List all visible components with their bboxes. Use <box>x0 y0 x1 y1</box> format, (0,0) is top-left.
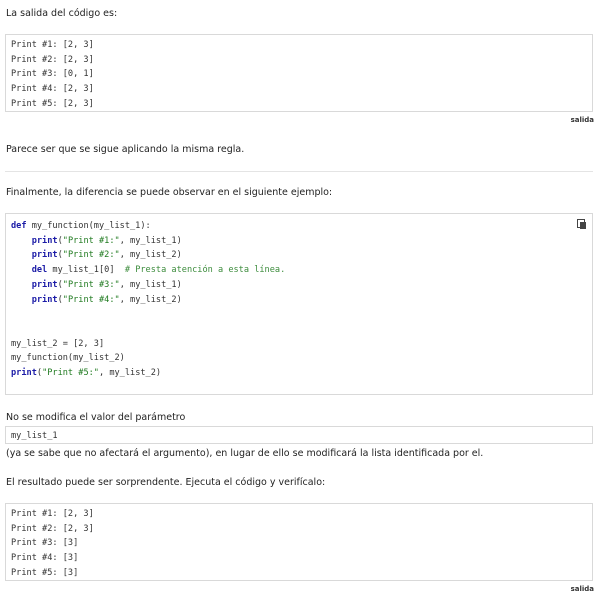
para-same-rule: Parece ser que se sigue aplicando la mis… <box>6 144 245 155</box>
code-line: my_list_2 = [2, 3] <box>11 338 105 349</box>
page: La salida del código es: Print #1: [2, 3… <box>0 0 602 602</box>
divider <box>5 171 593 172</box>
output-line: Print #1: [2, 3] <box>11 40 94 50</box>
code-box[interactable]: def my_function(my_list_1): print("Print… <box>5 213 593 395</box>
output-box-2: Print #1: [2, 3] Print #2: [2, 3] Print … <box>5 503 593 581</box>
output-line: Print #4: [2, 3] <box>11 84 94 95</box>
code-line: print("Print #2:", my_list_2) <box>31 250 182 261</box>
code-line: def my_function(my_list_1): <box>11 221 151 231</box>
code-line: print("Print #1:", my_list_1) <box>31 235 182 246</box>
copy-icon[interactable] <box>577 219 586 229</box>
output-line: Print #5: [2, 3] <box>11 98 94 109</box>
code-line: del my_list_1[0] # Presta atención a est… <box>31 265 286 276</box>
output-line: Print #2: [2, 3] <box>11 54 94 65</box>
param-name: my_list_1 <box>11 430 58 441</box>
code-line: print("Print #3:", my_list_1) <box>31 279 182 290</box>
output-line: Print #1: [2, 3] <box>11 509 94 519</box>
para-result: El resultado puede ser sorprendente. Eje… <box>6 477 326 488</box>
para-argument: (ya se sabe que no afectará el argumento… <box>6 448 484 459</box>
intro-text: La salida del código es: <box>6 8 118 19</box>
param-box: my_list_1 <box>5 426 593 444</box>
output-box-1: Print #1: [2, 3] Print #2: [2, 3] Print … <box>5 34 593 112</box>
output-line: Print #3: [0, 1] <box>11 69 94 80</box>
para-finally: Finalmente, la diferencia se puede obser… <box>6 187 333 198</box>
para-param: No se modifica el valor del parámetro <box>6 412 186 423</box>
output-line: Print #2: [2, 3] <box>11 523 94 534</box>
output-label-1: salida <box>570 116 594 124</box>
code-line: print("Print #4:", my_list_2) <box>31 294 182 305</box>
output-line: Print #4: [3] <box>11 553 79 564</box>
code-line: print("Print #5:", my_list_2) <box>11 368 162 378</box>
output-line: Print #5: [3] <box>11 567 79 578</box>
output-line: Print #3: [3] <box>11 538 79 549</box>
code-line: my_function(my_list_2) <box>11 353 125 364</box>
output-label-2: salida <box>570 585 594 593</box>
